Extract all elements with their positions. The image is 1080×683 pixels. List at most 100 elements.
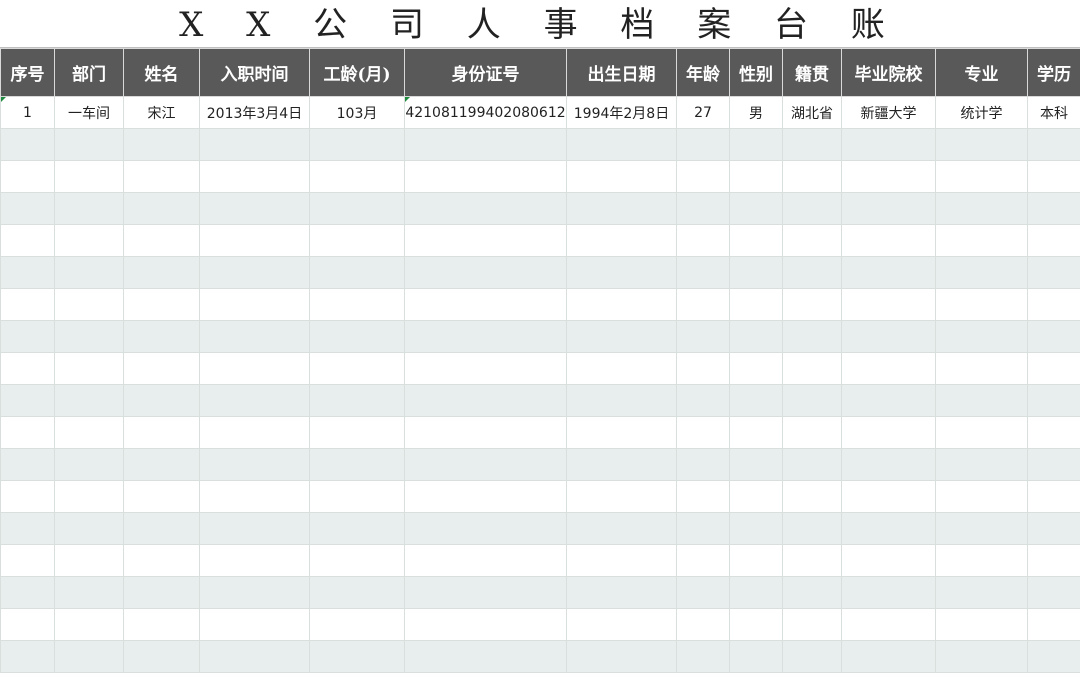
cell-gender[interactable] bbox=[729, 512, 783, 545]
cell-id-number[interactable] bbox=[404, 448, 567, 481]
cell-gender[interactable] bbox=[729, 288, 783, 321]
cell-hire-date[interactable] bbox=[199, 416, 310, 449]
cell-native-place[interactable] bbox=[782, 448, 842, 481]
cell-id-number[interactable] bbox=[404, 544, 567, 577]
cell-native-place[interactable] bbox=[782, 384, 842, 417]
cell-seq[interactable] bbox=[0, 576, 55, 609]
cell-hire-date[interactable] bbox=[199, 288, 310, 321]
cell-seq[interactable] bbox=[0, 192, 55, 225]
cell-age[interactable] bbox=[676, 608, 730, 641]
cell-school[interactable] bbox=[841, 544, 936, 577]
cell-id-number[interactable] bbox=[404, 576, 567, 609]
cell-age[interactable] bbox=[676, 480, 730, 513]
cell-school[interactable] bbox=[841, 320, 936, 353]
cell-education[interactable] bbox=[1027, 544, 1080, 577]
cell-id-number[interactable] bbox=[404, 352, 567, 385]
cell-seniority[interactable] bbox=[309, 288, 405, 321]
cell-seq[interactable] bbox=[0, 288, 55, 321]
cell-hire-date[interactable] bbox=[199, 160, 310, 193]
cell-gender[interactable] bbox=[729, 416, 783, 449]
cell-school[interactable] bbox=[841, 576, 936, 609]
cell-hire-date[interactable]: 2013年3月4日 bbox=[199, 96, 310, 129]
cell-seniority[interactable] bbox=[309, 544, 405, 577]
cell-seniority[interactable] bbox=[309, 192, 405, 225]
cell-gender[interactable] bbox=[729, 384, 783, 417]
cell-hire-date[interactable] bbox=[199, 480, 310, 513]
cell-native-place[interactable] bbox=[782, 512, 842, 545]
cell-id-number[interactable] bbox=[404, 256, 567, 289]
cell-name[interactable] bbox=[123, 512, 200, 545]
cell-age[interactable] bbox=[676, 224, 730, 257]
cell-school[interactable] bbox=[841, 512, 936, 545]
cell-hire-date[interactable] bbox=[199, 608, 310, 641]
cell-birth-date[interactable] bbox=[566, 608, 677, 641]
cell-hire-date[interactable] bbox=[199, 384, 310, 417]
cell-education[interactable] bbox=[1027, 384, 1080, 417]
cell-education[interactable] bbox=[1027, 576, 1080, 609]
cell-birth-date[interactable] bbox=[566, 224, 677, 257]
cell-gender[interactable] bbox=[729, 160, 783, 193]
cell-department[interactable] bbox=[54, 288, 124, 321]
cell-birth-date[interactable] bbox=[566, 640, 677, 673]
cell-id-number[interactable]: 421081199402080612 bbox=[404, 96, 567, 129]
cell-department[interactable] bbox=[54, 512, 124, 545]
cell-major[interactable] bbox=[935, 544, 1028, 577]
cell-gender[interactable] bbox=[729, 128, 783, 161]
cell-hire-date[interactable] bbox=[199, 544, 310, 577]
cell-hire-date[interactable] bbox=[199, 640, 310, 673]
cell-name[interactable] bbox=[123, 384, 200, 417]
cell-seniority[interactable] bbox=[309, 384, 405, 417]
cell-birth-date[interactable] bbox=[566, 352, 677, 385]
cell-seniority[interactable] bbox=[309, 352, 405, 385]
cell-seq[interactable] bbox=[0, 160, 55, 193]
cell-gender[interactable] bbox=[729, 480, 783, 513]
cell-name[interactable]: 宋江 bbox=[123, 96, 200, 129]
cell-seniority[interactable] bbox=[309, 576, 405, 609]
cell-hire-date[interactable] bbox=[199, 512, 310, 545]
cell-native-place[interactable]: 湖北省 bbox=[782, 96, 842, 129]
cell-native-place[interactable] bbox=[782, 608, 842, 641]
cell-school[interactable] bbox=[841, 224, 936, 257]
cell-gender[interactable] bbox=[729, 256, 783, 289]
cell-name[interactable] bbox=[123, 352, 200, 385]
cell-name[interactable] bbox=[123, 640, 200, 673]
cell-native-place[interactable] bbox=[782, 416, 842, 449]
cell-age[interactable] bbox=[676, 160, 730, 193]
cell-birth-date[interactable]: 1994年2月8日 bbox=[566, 96, 677, 129]
cell-department[interactable] bbox=[54, 480, 124, 513]
cell-native-place[interactable] bbox=[782, 576, 842, 609]
cell-department[interactable] bbox=[54, 352, 124, 385]
cell-major[interactable] bbox=[935, 160, 1028, 193]
cell-hire-date[interactable] bbox=[199, 352, 310, 385]
cell-hire-date[interactable] bbox=[199, 192, 310, 225]
cell-seq[interactable] bbox=[0, 256, 55, 289]
cell-hire-date[interactable] bbox=[199, 128, 310, 161]
cell-school[interactable] bbox=[841, 416, 936, 449]
cell-education[interactable] bbox=[1027, 224, 1080, 257]
cell-age[interactable]: 27 bbox=[676, 96, 730, 129]
cell-birth-date[interactable] bbox=[566, 512, 677, 545]
col-header-native-place[interactable]: 籍贯 bbox=[782, 48, 842, 97]
cell-hire-date[interactable] bbox=[199, 448, 310, 481]
cell-birth-date[interactable] bbox=[566, 192, 677, 225]
cell-native-place[interactable] bbox=[782, 288, 842, 321]
cell-major[interactable]: 统计学 bbox=[935, 96, 1028, 129]
cell-id-number[interactable] bbox=[404, 512, 567, 545]
cell-birth-date[interactable] bbox=[566, 416, 677, 449]
cell-education[interactable] bbox=[1027, 352, 1080, 385]
cell-major[interactable] bbox=[935, 128, 1028, 161]
cell-name[interactable] bbox=[123, 416, 200, 449]
cell-school[interactable] bbox=[841, 352, 936, 385]
cell-name[interactable] bbox=[123, 128, 200, 161]
cell-department[interactable] bbox=[54, 224, 124, 257]
cell-native-place[interactable] bbox=[782, 224, 842, 257]
cell-birth-date[interactable] bbox=[566, 544, 677, 577]
cell-department[interactable]: 一车间 bbox=[54, 96, 124, 129]
cell-seq[interactable] bbox=[0, 448, 55, 481]
cell-age[interactable] bbox=[676, 416, 730, 449]
cell-birth-date[interactable] bbox=[566, 288, 677, 321]
cell-seniority[interactable] bbox=[309, 320, 405, 353]
cell-school[interactable]: 新疆大学 bbox=[841, 96, 936, 129]
cell-seniority[interactable] bbox=[309, 480, 405, 513]
cell-seq[interactable] bbox=[0, 352, 55, 385]
